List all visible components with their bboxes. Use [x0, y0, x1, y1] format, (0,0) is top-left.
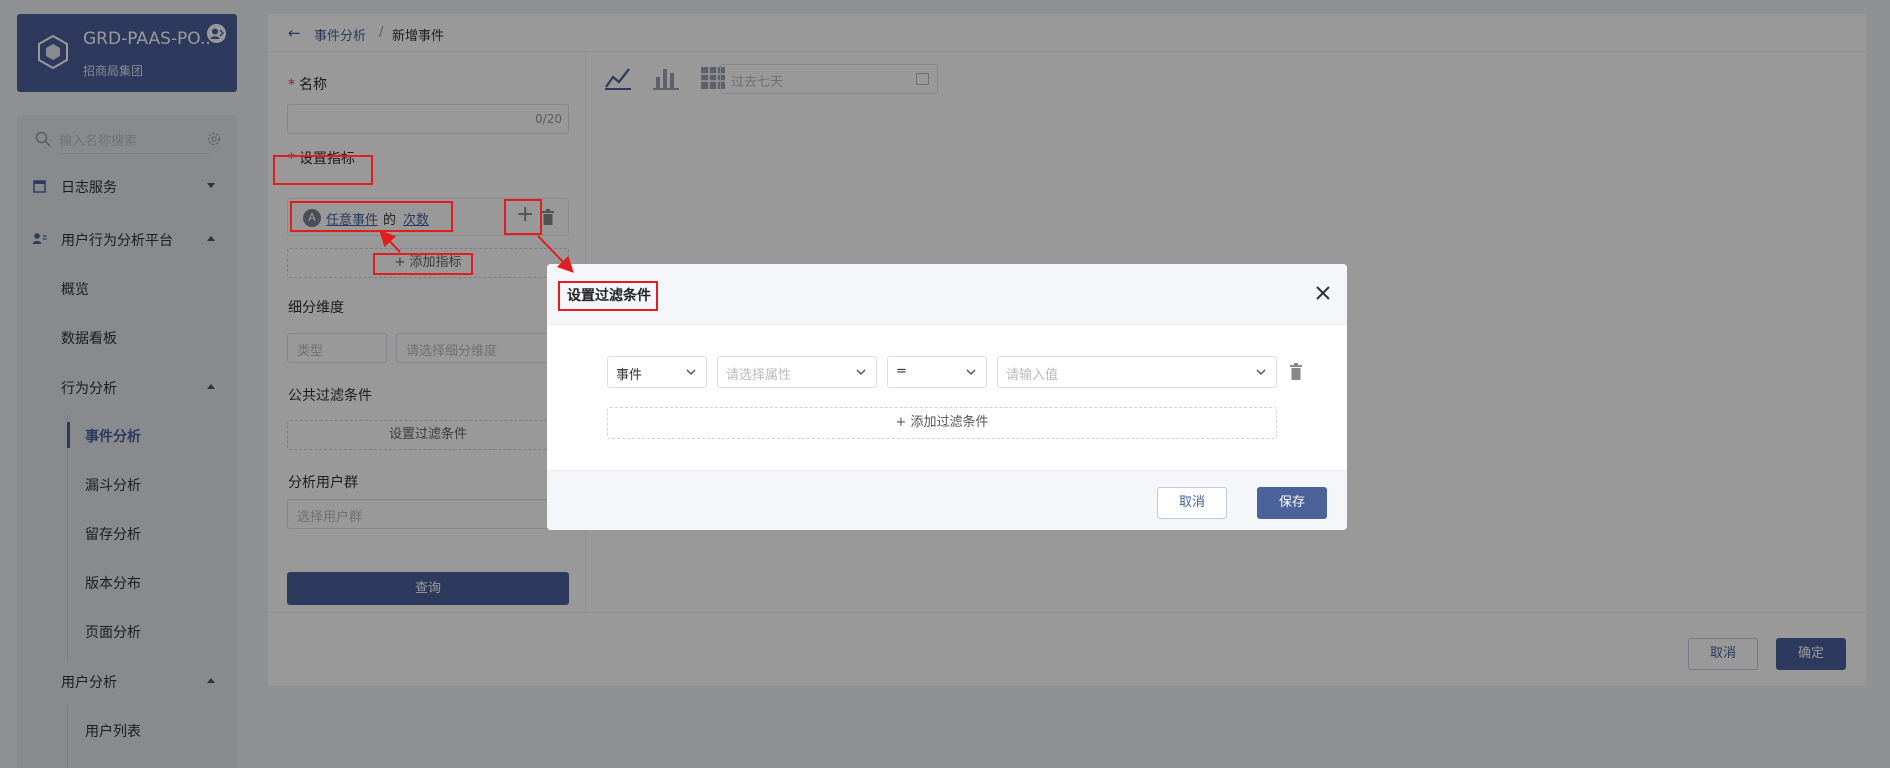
annotation-arrows	[379, 230, 574, 273]
arrow-to-modal	[537, 235, 574, 273]
arrow-to-metric-row	[379, 230, 401, 253]
